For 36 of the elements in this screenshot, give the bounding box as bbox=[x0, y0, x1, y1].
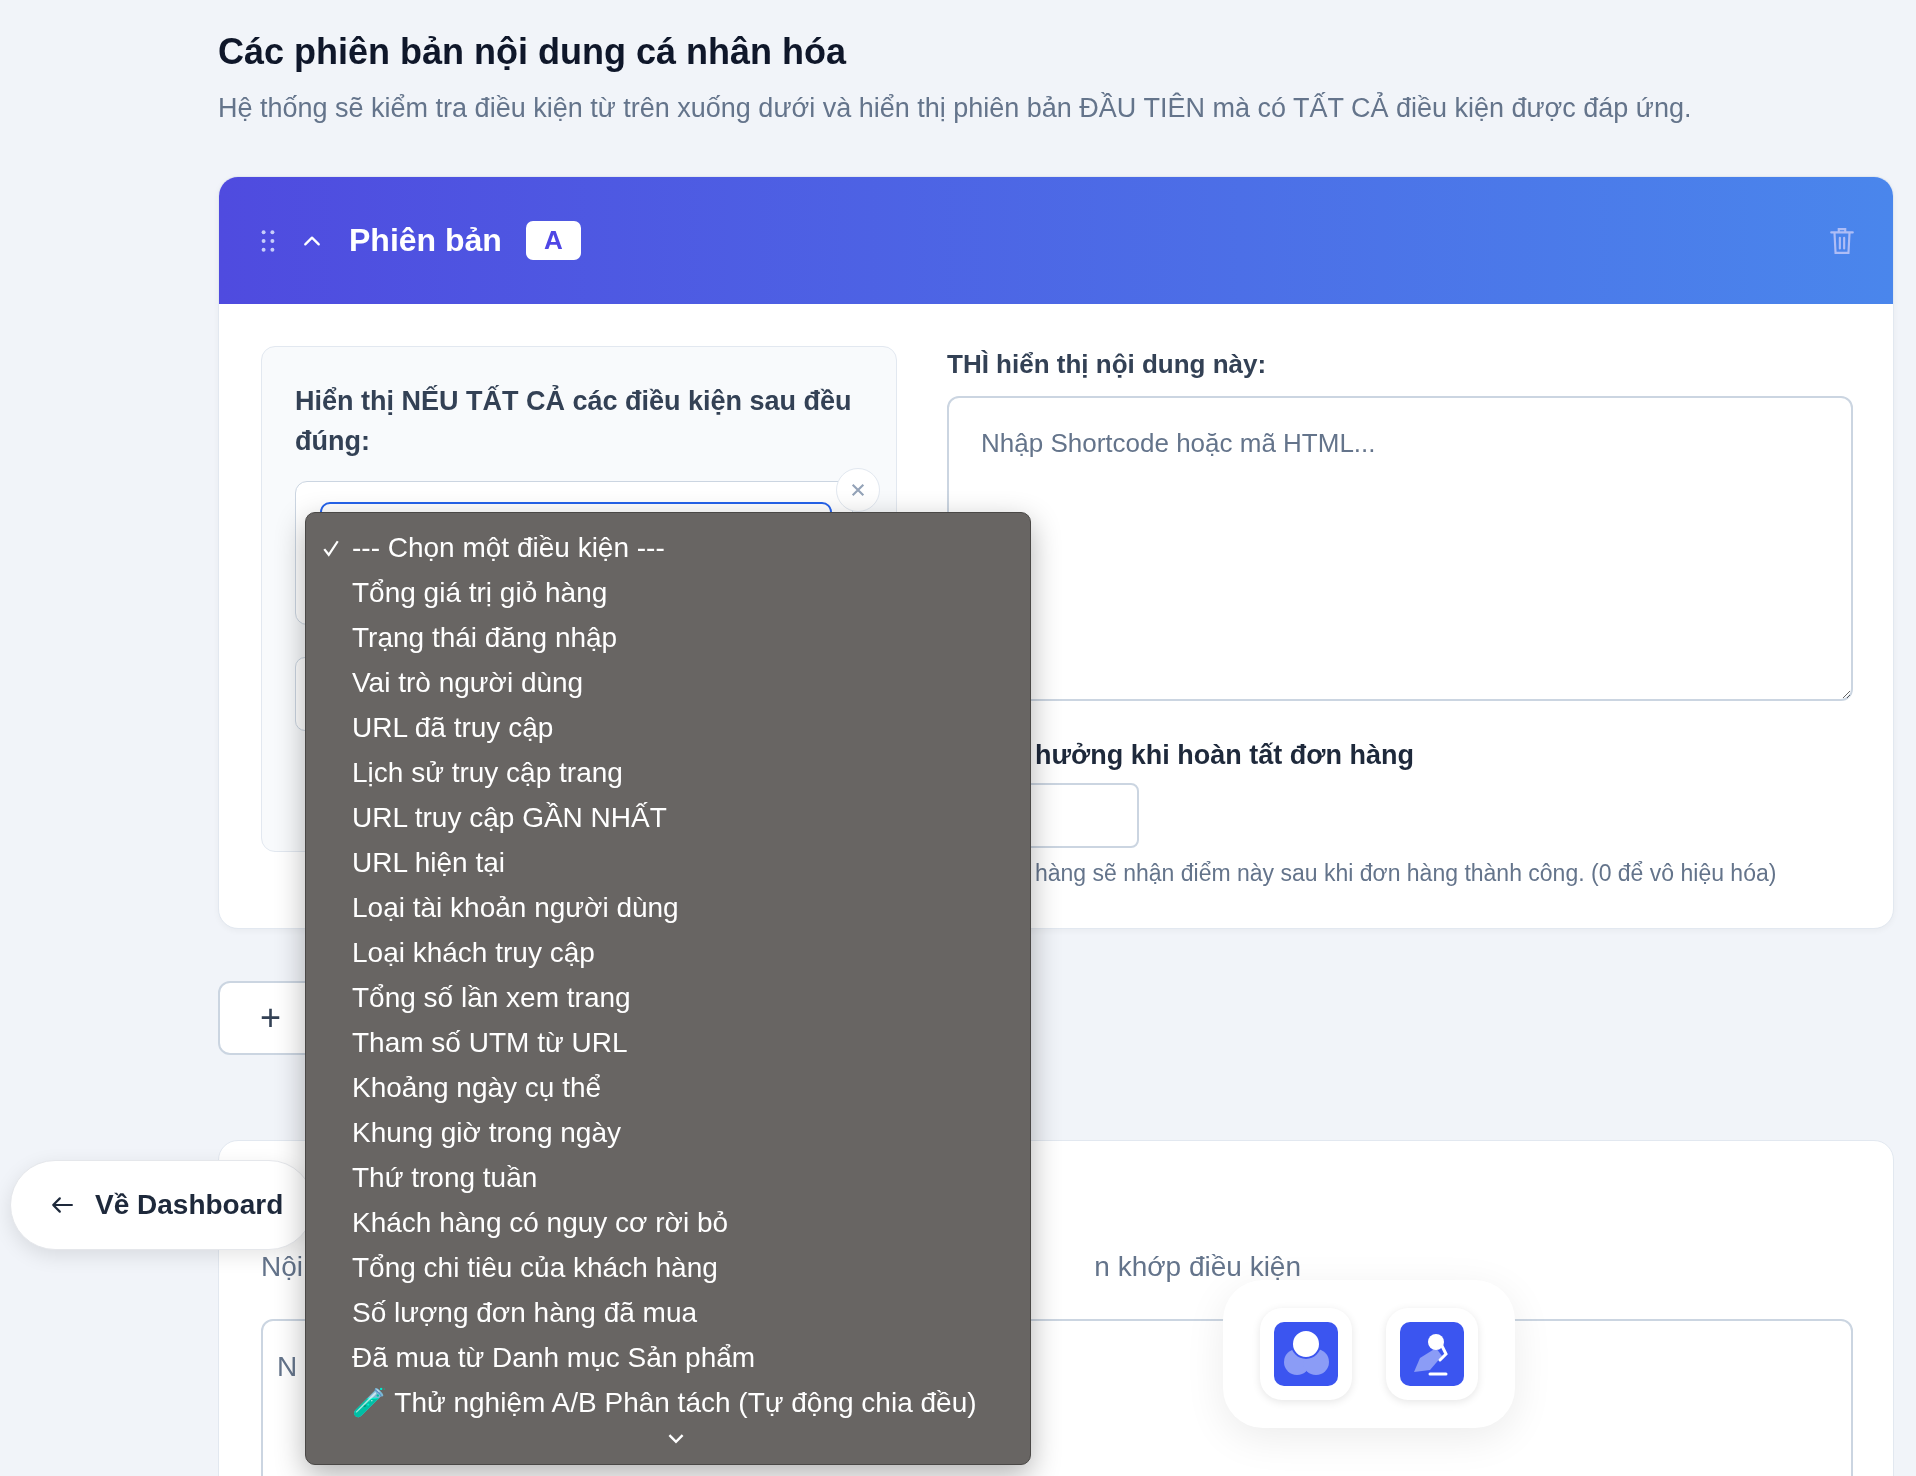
dropdown-option[interactable]: URL đã truy cập bbox=[322, 705, 554, 750]
dropdown-option[interactable]: Lịch sử truy cập trang bbox=[322, 750, 623, 795]
version-badge: A bbox=[525, 221, 581, 260]
dropdown-option[interactable]: Thứ trong tuần bbox=[322, 1155, 538, 1200]
dropdown-option[interactable]: --- Chọn một điều kiện --- bbox=[322, 525, 665, 570]
section-description: Hệ thống sẽ kiểm tra điều kiện từ trên xuống dưới và hiển thị phiên bản ĐẦU TIÊN mà có TẤT CẢ điều kiện được đáp ứng. bbox=[218, 92, 1692, 124]
pen-app-icon[interactable] bbox=[1400, 1322, 1464, 1386]
content-textarea[interactable]: Nhập Shortcode hoặc mã HTML... bbox=[947, 396, 1853, 701]
arrow-left-icon bbox=[51, 1196, 73, 1214]
dropdown-option[interactable]: Khoảng ngày cụ thể bbox=[322, 1065, 602, 1110]
chevron-up-icon[interactable] bbox=[303, 234, 321, 247]
content-label: THÌ hiển thị nội dung này: bbox=[947, 348, 1268, 381]
dropdown-option[interactable]: Vai trò người dùng bbox=[322, 660, 584, 705]
circles-app-icon[interactable] bbox=[1274, 1322, 1338, 1386]
dropdown-option[interactable]: 🧪 Thử nghiệm A/B Phân tách (Tự động chia đều) bbox=[322, 1380, 977, 1425]
section-title: Các phiên bản nội dung cá nhân hóa bbox=[218, 30, 847, 74]
close-icon bbox=[850, 482, 866, 498]
default-content-label-end: n khớp điều kiện bbox=[1094, 1250, 1301, 1284]
reward-help-text: hàng sẽ nhận điểm này sau khi đơn hàng thành công. (0 để vô hiệu hóa) bbox=[1034, 859, 1778, 888]
conditions-heading: Hiển thị NẾU TẤT CẢ các điều kiện sau đều đúng: bbox=[295, 384, 853, 458]
dropdown-option[interactable]: Loại tài khoản người dùng bbox=[322, 885, 679, 930]
dropdown-option[interactable]: Khung giờ trong ngày bbox=[322, 1110, 621, 1155]
dropdown-option[interactable]: Trạng thái đăng nhập bbox=[322, 615, 618, 660]
dropdown-option[interactable]: Loại khách truy cập bbox=[322, 930, 595, 975]
dropdown-option[interactable]: Số lượng đơn hàng đã mua bbox=[322, 1290, 698, 1335]
version-label: Phiên bản bbox=[349, 222, 502, 259]
dropdown-option[interactable]: URL truy cập GẦN NHẤT bbox=[322, 795, 667, 840]
dropdown-option[interactable]: Khách hàng có nguy cơ rời bỏ bbox=[322, 1200, 729, 1245]
dropdown-option[interactable]: URL hiện tại bbox=[322, 840, 506, 885]
drag-handle-icon[interactable] bbox=[261, 229, 275, 252]
chevron-down-icon[interactable] bbox=[667, 1433, 685, 1444]
dropdown-option[interactable]: Tổng giá trị giỏ hàng bbox=[322, 570, 608, 615]
dropdown-option[interactable]: Tổng chi tiêu của khách hàng bbox=[322, 1245, 718, 1290]
dropdown-option[interactable]: Đã mua từ Danh mục Sản phẩm bbox=[322, 1335, 756, 1380]
default-content-label: Nội bbox=[261, 1250, 303, 1284]
reward-label: hưởng khi hoàn tất đơn hàng bbox=[1034, 739, 1415, 772]
